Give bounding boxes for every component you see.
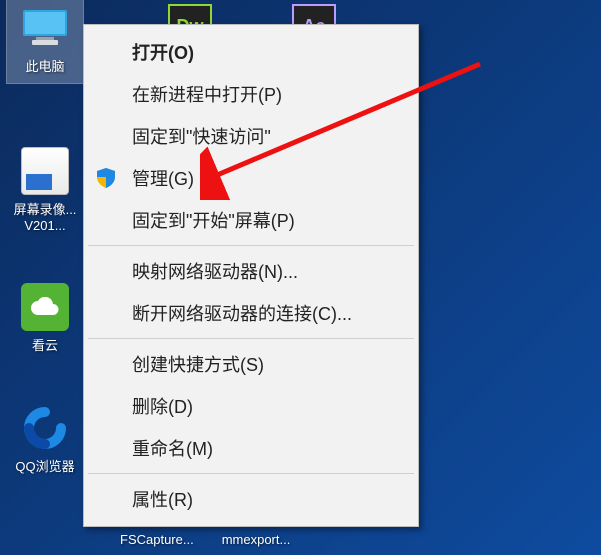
recorder-icon	[21, 147, 69, 195]
menu-item-label: 断开网络驱动器的连接(C)...	[132, 300, 352, 326]
this-pc-icon	[21, 4, 69, 52]
uac-shield-icon	[94, 166, 118, 190]
bottom-icon-labels: FSCapture... mmexport...	[120, 532, 290, 547]
cloud-icon	[21, 283, 69, 331]
desktop-icon-column: 此电脑 屏幕录像... V201... 看云 QQ浏览	[0, 0, 90, 483]
menu-separator	[88, 338, 414, 339]
menu-map-drive[interactable]: 映射网络驱动器(N)...	[84, 250, 418, 292]
desktop-icon-label: QQ浏览器	[15, 456, 74, 475]
desktop-icon-label: 看云	[32, 335, 58, 354]
menu-open[interactable]: 打开(O)	[84, 31, 418, 73]
desktop-icon-label[interactable]: FSCapture...	[120, 532, 194, 547]
menu-delete[interactable]: 删除(D)	[84, 385, 418, 427]
menu-separator	[88, 245, 414, 246]
menu-item-label: 映射网络驱动器(N)...	[132, 258, 298, 284]
desktop: Dw Ae 此电脑 屏幕录像... V201...	[0, 0, 601, 555]
menu-item-label: 管理(G)	[132, 165, 194, 191]
menu-manage[interactable]: 管理(G)	[84, 157, 418, 199]
menu-item-label: 属性(R)	[132, 486, 193, 512]
menu-pin-start[interactable]: 固定到"开始"屏幕(P)	[84, 199, 418, 241]
qqbrowser-icon	[21, 404, 69, 452]
desktop-icon-this-pc[interactable]: 此电脑	[7, 0, 83, 83]
desktop-icon-recorder[interactable]: 屏幕录像... V201...	[7, 143, 83, 241]
menu-separator	[88, 473, 414, 474]
menu-properties[interactable]: 属性(R)	[84, 478, 418, 520]
menu-pin-quick-access[interactable]: 固定到"快速访问"	[84, 115, 418, 157]
menu-item-label: 打开(O)	[132, 39, 194, 65]
desktop-icon-browser[interactable]: QQ浏览器	[7, 400, 83, 483]
menu-disconnect-drive[interactable]: 断开网络驱动器的连接(C)...	[84, 292, 418, 334]
menu-item-label: 重命名(M)	[132, 435, 213, 461]
menu-item-label: 在新进程中打开(P)	[132, 81, 282, 107]
menu-item-label: 创建快捷方式(S)	[132, 351, 264, 377]
desktop-icon-label: 此电脑	[25, 56, 64, 75]
menu-create-shortcut[interactable]: 创建快捷方式(S)	[84, 343, 418, 385]
menu-rename[interactable]: 重命名(M)	[84, 427, 418, 469]
menu-item-label: 固定到"快速访问"	[132, 123, 271, 149]
desktop-icon-label: 屏幕录像... V201...	[14, 199, 77, 233]
menu-item-label: 固定到"开始"屏幕(P)	[132, 207, 295, 233]
desktop-icon-label[interactable]: mmexport...	[222, 532, 291, 547]
menu-item-label: 删除(D)	[132, 393, 193, 419]
desktop-icon-cloud[interactable]: 看云	[7, 279, 83, 362]
menu-open-new-process[interactable]: 在新进程中打开(P)	[84, 73, 418, 115]
context-menu: 打开(O) 在新进程中打开(P) 固定到"快速访问" 管理(G) 固定到"开始"…	[83, 24, 419, 527]
